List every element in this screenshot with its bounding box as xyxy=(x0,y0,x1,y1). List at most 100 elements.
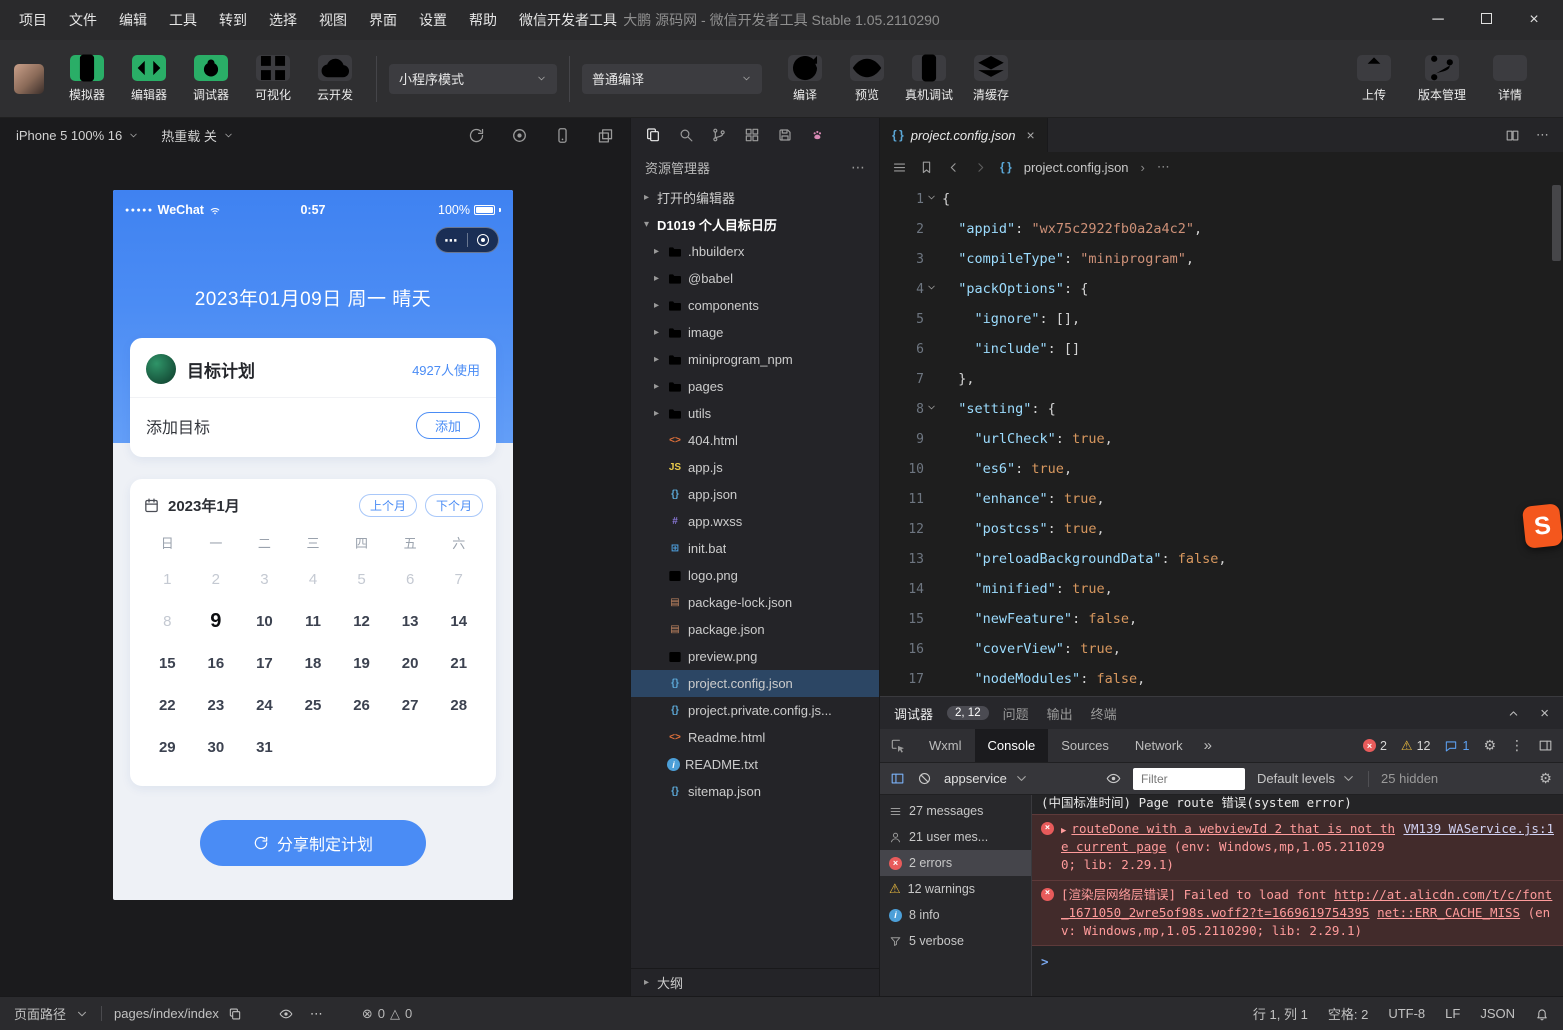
next-month-button[interactable]: 下个月 xyxy=(425,494,483,517)
file-item[interactable]: logo.png xyxy=(631,562,879,589)
console-message[interactable]: (中国标准时间) Page route 错误(system error) xyxy=(1032,795,1563,814)
calendar-day[interactable]: 11 xyxy=(289,613,338,630)
console-message[interactable]: ×▶routeDone with a webviewId 2 that is n… xyxy=(1032,814,1563,880)
open-editors-section[interactable]: ▸打开的编辑器 xyxy=(631,184,879,211)
calendar-day[interactable]: 18 xyxy=(289,655,338,672)
code-line[interactable]: "appid": "wx75c2922fb0a2a4c2", xyxy=(942,214,1563,244)
calendar-day[interactable]: 6 xyxy=(386,571,435,588)
code-line[interactable]: "include": [] xyxy=(942,334,1563,364)
calendar-day[interactable]: 21 xyxy=(434,655,483,672)
tab-console[interactable]: Console xyxy=(975,729,1049,762)
device-selector[interactable]: iPhone 5 100% 16 xyxy=(16,128,139,143)
code-line[interactable]: "setting": { xyxy=(942,394,1563,424)
code-line[interactable]: "postcss": true, xyxy=(942,514,1563,544)
calendar-day[interactable]: 2 xyxy=(192,571,241,588)
sidebar-toggle-icon[interactable] xyxy=(890,771,905,786)
filter-input[interactable] xyxy=(1133,768,1245,790)
tab-close-icon[interactable]: × xyxy=(1027,127,1035,143)
file-item[interactable]: preview.png xyxy=(631,643,879,670)
eye-icon[interactable] xyxy=(1106,771,1121,786)
tab-wxml[interactable]: Wxml xyxy=(916,729,975,762)
file-item[interactable]: <>Readme.html xyxy=(631,724,879,751)
calendar-day[interactable]: 28 xyxy=(434,697,483,714)
code-line[interactable]: "minified": true, xyxy=(942,574,1563,604)
bug-button[interactable]: 调试器 xyxy=(182,51,240,107)
console-filter-item[interactable]: ×2 errors xyxy=(880,850,1031,876)
hot-reload-toggle[interactable]: 热重载 关 xyxy=(161,126,234,145)
device-icon[interactable] xyxy=(554,127,571,144)
save-icon[interactable] xyxy=(777,127,793,143)
file-item[interactable]: {}project.private.config.js... xyxy=(631,697,879,724)
calendar-day[interactable]: 5 xyxy=(337,571,386,588)
share-plan-button[interactable]: 分享制定计划 xyxy=(200,820,426,866)
close-button[interactable]: × xyxy=(1525,11,1543,29)
code-line[interactable]: "ignore": [], xyxy=(942,304,1563,334)
calendar-day[interactable]: 12 xyxy=(337,613,386,630)
statusbar-item[interactable]: JSON xyxy=(1480,1006,1515,1021)
calendar-day[interactable]: 1 xyxy=(143,571,192,588)
clear-console-icon[interactable] xyxy=(917,771,932,786)
console-link[interactable]: routeDone with a webviewId 2 that is not… xyxy=(1061,821,1395,854)
code-area[interactable]: 1234567891011121314151617 { "appid": "wx… xyxy=(880,182,1563,696)
avatar[interactable] xyxy=(14,64,44,94)
editor-scrollbar[interactable] xyxy=(1550,182,1563,696)
file-item[interactable]: #app.wxss xyxy=(631,508,879,535)
floating-logo[interactable]: S xyxy=(1522,503,1563,549)
error-count[interactable]: ×2 xyxy=(1363,739,1387,753)
close-icon[interactable]: × xyxy=(1540,705,1549,722)
calendar-day[interactable]: 26 xyxy=(337,697,386,714)
more-actions-icon[interactable]: ⋯ xyxy=(1157,159,1170,175)
calendar-day[interactable]: 23 xyxy=(192,697,241,714)
panel-tab[interactable]: 问题 xyxy=(1003,704,1029,723)
log-levels-dropdown[interactable]: Default levels xyxy=(1257,771,1356,786)
more-actions-icon[interactable]: ⋯ xyxy=(1536,127,1549,143)
folder-item[interactable]: ▸miniprogram_npm xyxy=(631,346,879,373)
multi-window-icon[interactable] xyxy=(597,127,614,144)
calendar-day[interactable]: 24 xyxy=(240,697,289,714)
code-line[interactable]: "coverView": true, xyxy=(942,634,1563,664)
inspect-element-icon[interactable] xyxy=(890,738,906,754)
prev-month-button[interactable]: 上个月 xyxy=(359,494,417,517)
calendar-day[interactable]: 22 xyxy=(143,697,192,714)
menu-item[interactable]: 转到 xyxy=(208,0,258,40)
compile-mode-dropdown[interactable]: 普通编译 xyxy=(582,64,762,94)
copy-icon[interactable] xyxy=(228,1007,242,1021)
code-line[interactable]: "preloadBackgroundData": false, xyxy=(942,544,1563,574)
source-link[interactable]: VM139 WAService.js:1 xyxy=(1403,820,1554,838)
collapse-icon[interactable] xyxy=(1507,707,1520,720)
problems-indicator[interactable]: ⊗0 △0 xyxy=(362,1006,412,1022)
menu-item[interactable]: 界面 xyxy=(358,0,408,40)
menu-item[interactable]: 帮助 xyxy=(458,0,508,40)
file-item[interactable]: {}project.config.json xyxy=(631,670,879,697)
editor-tab[interactable]: { } project.config.json × xyxy=(880,118,1048,152)
phone-button[interactable]: 模拟器 xyxy=(58,51,116,107)
calendar-day[interactable]: 4 xyxy=(289,571,338,588)
menu-item[interactable]: 微信开发者工具 xyxy=(508,0,628,40)
refresh-icon[interactable] xyxy=(468,127,485,144)
folder-item[interactable]: ▸utils xyxy=(631,400,879,427)
file-item[interactable]: <>404.html xyxy=(631,427,879,454)
phone-button[interactable]: 真机调试 xyxy=(900,51,958,107)
menu-item[interactable]: 编辑 xyxy=(108,0,158,40)
maximize-button[interactable] xyxy=(1477,11,1495,29)
outline-section[interactable]: ▸ 大纲 xyxy=(631,968,879,996)
list-button[interactable]: 详情 xyxy=(1481,51,1539,107)
settings-gear-icon[interactable]: ⚙ xyxy=(1483,737,1496,754)
paw-icon[interactable] xyxy=(810,127,826,143)
console-link[interactable]: net::ERR_CACHE_MISS xyxy=(1377,905,1520,920)
console-filter-item[interactable]: 21 user mes... xyxy=(880,824,1031,850)
code-line[interactable]: "es6": true, xyxy=(942,454,1563,484)
file-item[interactable]: iREADME.txt xyxy=(631,751,879,778)
code-line[interactable]: "urlCheck": true, xyxy=(942,424,1563,454)
folder-item[interactable]: ▸image xyxy=(631,319,879,346)
calendar-day[interactable]: 27 xyxy=(386,697,435,714)
statusbar-item[interactable]: 行 1, 列 1 xyxy=(1253,1004,1308,1023)
calendar-day[interactable]: 30 xyxy=(192,739,241,756)
statusbar-item[interactable]: UTF-8 xyxy=(1388,1006,1425,1021)
statusbar-item[interactable]: 空格: 2 xyxy=(1328,1004,1368,1023)
search-icon[interactable] xyxy=(678,127,694,143)
calendar-day[interactable]: 8 xyxy=(143,613,192,630)
grid-button[interactable]: 可视化 xyxy=(244,51,302,107)
stack-button[interactable]: 清缓存 xyxy=(962,51,1020,107)
code-line[interactable]: "compileType": "miniprogram", xyxy=(942,244,1563,274)
